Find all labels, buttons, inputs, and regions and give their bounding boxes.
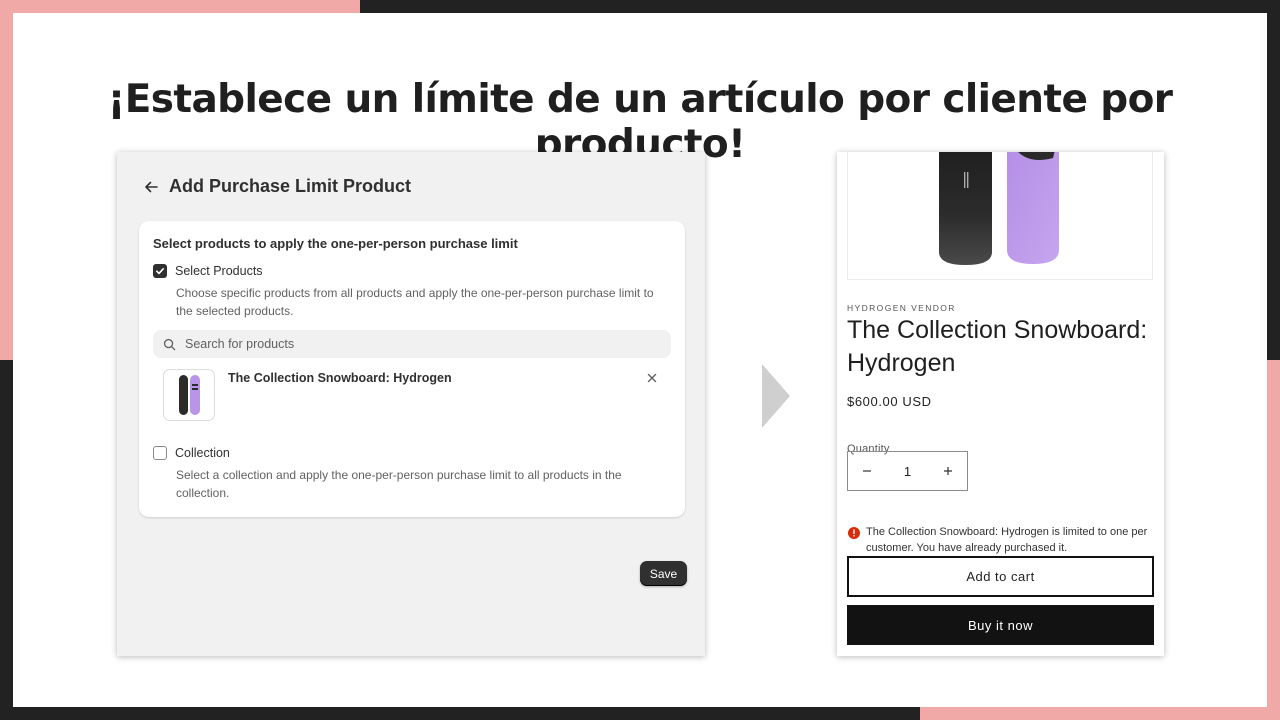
product-price: $600.00 USD	[847, 394, 932, 409]
card-heading: Select products to apply the one-per-per…	[153, 236, 518, 251]
page-title: Add Purchase Limit Product	[169, 176, 412, 196]
product-image	[847, 152, 1153, 280]
checkmark-icon	[156, 268, 164, 275]
error-icon	[848, 527, 860, 539]
collection-option[interactable]: Collection	[153, 446, 230, 460]
search-input[interactable]	[183, 336, 647, 352]
select-products-label: Select Products	[175, 264, 263, 278]
close-icon[interactable]	[645, 371, 659, 385]
select-products-option[interactable]: Select Products	[153, 264, 263, 278]
storefront-panel: HYDROGEN VENDOR The Collection Snowboard…	[837, 152, 1164, 656]
slide-frame: ¡Establece un límite de un artículo por …	[13, 13, 1267, 707]
search-icon	[163, 338, 176, 350]
product-vendor: HYDROGEN VENDOR	[847, 303, 956, 313]
add-to-cart-button[interactable]: Add to cart	[847, 556, 1154, 597]
product-search[interactable]	[153, 330, 671, 358]
quantity-stepper[interactable]: 1	[847, 451, 968, 491]
quantity-decrease-button[interactable]	[848, 452, 886, 490]
admin-panel: Add Purchase Limit Product Select produc…	[117, 152, 705, 656]
purchase-limit-error: The Collection Snowboard: Hydrogen is li…	[866, 526, 1148, 554]
minus-icon	[863, 470, 871, 472]
chevron-right-icon	[762, 364, 790, 428]
plus-icon	[944, 467, 952, 475]
product-thumbnail	[163, 369, 215, 421]
collection-label: Collection	[175, 446, 230, 460]
snowboard-image	[939, 152, 1059, 265]
collection-description: Select a collection and apply the one-pe…	[176, 468, 622, 500]
selected-product-row: The Collection Snowboard: Hydrogen	[163, 369, 671, 423]
product-title: The Collection Snowboard: Hydrogen	[847, 316, 1148, 377]
select-products-description: Choose specific products from all produc…	[176, 286, 654, 318]
select-products-checkbox[interactable]	[153, 264, 167, 278]
buy-now-button[interactable]: Buy it now	[847, 605, 1154, 645]
quantity-value[interactable]: 1	[886, 464, 929, 479]
back-arrow-icon[interactable]	[143, 179, 159, 195]
settings-card: Select products to apply the one-per-per…	[139, 221, 685, 517]
selected-product-name: The Collection Snowboard: Hydrogen	[228, 371, 452, 385]
save-button[interactable]: Save	[640, 561, 687, 586]
quantity-increase-button[interactable]	[929, 452, 967, 490]
collection-checkbox[interactable]	[153, 446, 167, 460]
admin-header: Add Purchase Limit Product	[143, 176, 411, 197]
